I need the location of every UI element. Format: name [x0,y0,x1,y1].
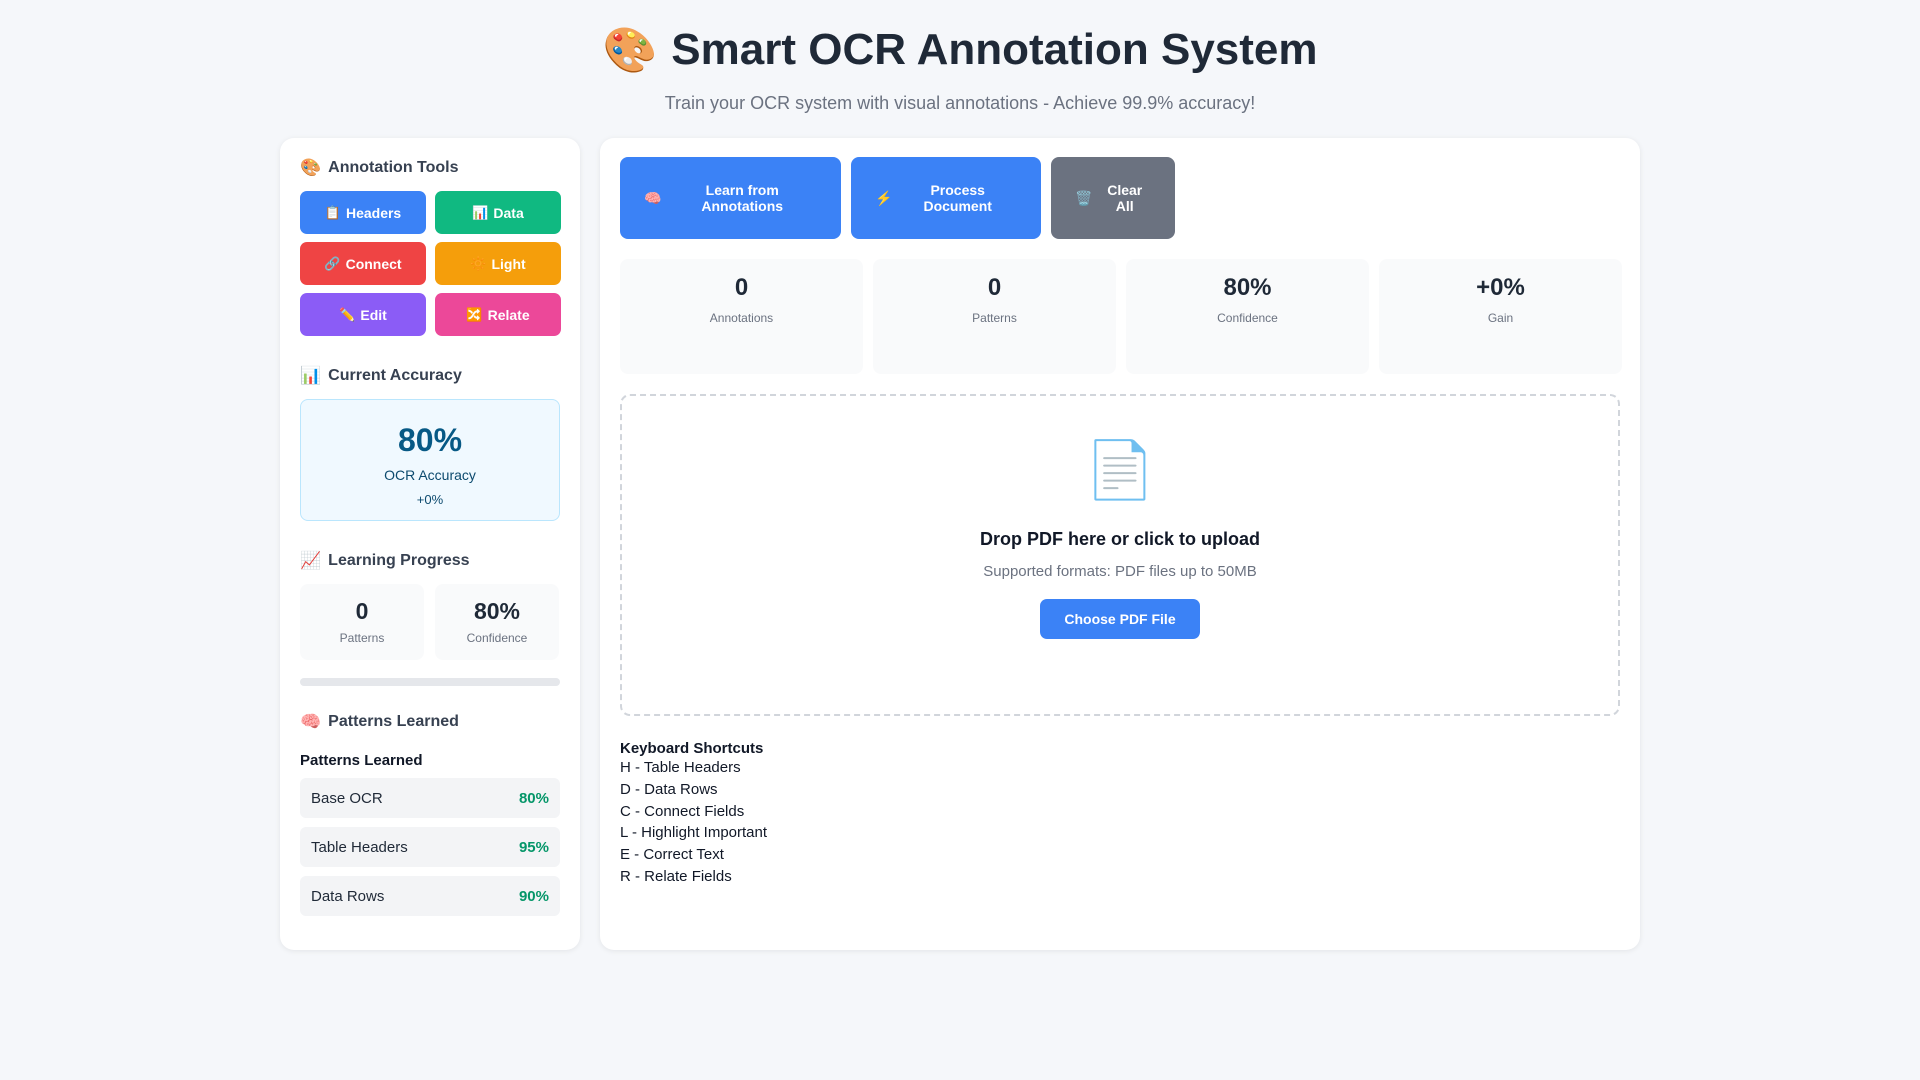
page-title: 🎨 Smart OCR Annotation System [0,22,1920,78]
confidence-value: 80% [473,598,521,624]
current-accuracy-label: Current Accuracy [328,367,462,384]
shortcut-item: C - Connect Fields [620,802,745,820]
document-icon: 📄 [1085,438,1155,501]
pattern-name: Table Headers [311,838,408,856]
choose-pdf-button[interactable]: Choose PDF File [1040,599,1200,639]
patterns-learned-title: 🧠 Patterns Learned [300,712,560,732]
learning-progress-label: Learning Progress [328,552,470,569]
link-icon: 🔗 [324,255,341,271]
brain-icon: 🧠 [300,712,322,731]
action-label: Learn from Annotations [701,182,784,214]
tool-relate-button[interactable]: 🔀 Relate [435,293,561,336]
patterns-learned-subtitle: Patterns Learned [300,752,423,769]
tool-connect-button[interactable]: 🔗 Connect [300,242,426,285]
tool-light-button[interactable]: 🔆 Light [435,242,561,285]
gain-stat-card: +0% Gain [1379,259,1622,374]
annotation-tools-label: Annotation Tools [328,159,459,176]
trend-chart-icon: 📈 [300,551,322,570]
pattern-value: 80% [518,789,549,807]
confidence-stat-card: 80% Confidence [435,584,559,660]
brain-icon: 🧠 [644,189,662,206]
stat-label: Patterns [972,311,1017,325]
patterns-count: 0 [355,598,369,624]
patterns-stat-card: 0 Patterns [300,584,424,660]
stat-label: Confidence [1217,311,1278,325]
main-panel: 🧠 Learn from Annotations ⚡ Process Docum… [600,138,1640,950]
page-title-text: Smart OCR Annotation System [671,25,1318,74]
pattern-value: 90% [518,887,549,905]
pattern-row: Table Headers 95% [300,827,560,867]
palette-icon: 🎨 [602,26,658,75]
shortcut-item: E - Correct Text [620,846,724,864]
annotation-tools-grid: 📋 Headers 📊 Data 🔗 Connect 🔆 Light ✏️ Ed… [300,191,561,336]
current-accuracy-title: 📊 Current Accuracy [300,366,560,386]
clear-all-button[interactable]: 🗑️ Clear All [1051,157,1175,239]
annotations-stat-card: 0 Annotations [620,259,863,374]
patterns-count-label: Patterns [339,631,385,645]
tool-edit-button[interactable]: ✏️ Edit [300,293,426,336]
tool-data-button[interactable]: 📊 Data [435,191,561,234]
pattern-value: 95% [518,838,549,856]
tool-label: Edit [360,306,387,323]
page-subtitle: Train your OCR system with visual annota… [664,93,1256,113]
pattern-name: Base OCR [311,789,383,807]
tool-label: Relate [487,306,530,323]
clipboard-icon: 📋 [324,204,341,220]
bar-chart-icon: 📊 [472,204,489,220]
accuracy-label: OCR Accuracy [384,467,476,483]
sidebar: 🎨 Annotation Tools 📋 Headers 📊 Data 🔗 Co… [280,138,580,950]
process-document-button[interactable]: ⚡ Process Document [851,157,1041,239]
stat-value: 80% [1223,274,1272,301]
accuracy-delta: +0% [416,492,444,507]
learning-progress-title: 📈 Learning Progress [300,551,560,571]
confidence-stat-card: 80% Confidence [1126,259,1369,374]
patterns-learned-label: Patterns Learned [328,713,459,730]
stat-label: Annotations [709,311,774,325]
accuracy-value: 80% [397,422,463,458]
shuffle-icon: 🔀 [466,306,483,322]
pattern-row: Data Rows 90% [300,876,560,916]
pattern-name: Data Rows [311,887,385,905]
stat-value: 0 [734,274,749,301]
tool-headers-button[interactable]: 📋 Headers [300,191,426,234]
learning-progress-bar [300,678,560,686]
stat-value: +0% [1476,274,1525,301]
tool-label: Light [491,255,526,272]
page-header: 🎨 Smart OCR Annotation System Train your… [0,22,1920,114]
drop-zone-subtitle: Supported formats: PDF files up to 50MB [983,563,1257,580]
drop-zone-title: Drop PDF here or click to upload [979,529,1261,549]
keyboard-shortcuts: Keyboard Shortcuts H - Table Headers D -… [620,740,1620,888]
tool-label: Data [493,204,524,221]
action-label: Process Document [923,182,992,214]
learn-from-annotations-button[interactable]: 🧠 Learn from Annotations [620,157,841,239]
stats-row: 0 Annotations 0 Patterns 80% Confidence … [620,259,1622,374]
shortcut-item: H - Table Headers [620,759,741,776]
action-toolbar: 🧠 Learn from Annotations ⚡ Process Docum… [620,157,1620,239]
shortcuts-title: Keyboard Shortcuts [620,740,764,757]
pattern-row: Base OCR 80% [300,778,560,818]
confidence-label: Confidence [466,631,528,645]
shortcut-item: D - Data Rows [620,780,718,798]
pencil-icon: ✏️ [339,306,356,322]
shortcut-item: L - Highlight Important [620,824,768,842]
patterns-list: Base OCR 80% Table Headers 95% Data Rows… [300,778,560,916]
pdf-drop-zone[interactable]: 📄 Drop PDF here or click to upload Suppo… [620,394,1620,716]
palette-icon: 🎨 [300,158,322,177]
patterns-stat-card: 0 Patterns [873,259,1116,374]
trash-icon: 🗑️ [1075,189,1093,206]
annotation-tools-title: 🎨 Annotation Tools [300,158,560,178]
tool-label: Headers [345,204,402,221]
bar-chart-icon: 📊 [300,366,322,385]
action-label: Clear All [1107,182,1143,214]
accuracy-card: 80% OCR Accuracy +0% [300,399,560,521]
tool-label: Connect [345,255,402,272]
lightning-icon: ⚡ [875,189,893,206]
sun-icon: 🔆 [470,255,487,271]
stat-label: Gain [1487,311,1514,325]
stat-value: 0 [987,274,1002,301]
shortcut-item: R - Relate Fields [620,867,732,885]
learning-progress-grid: 0 Patterns 80% Confidence [300,584,560,660]
